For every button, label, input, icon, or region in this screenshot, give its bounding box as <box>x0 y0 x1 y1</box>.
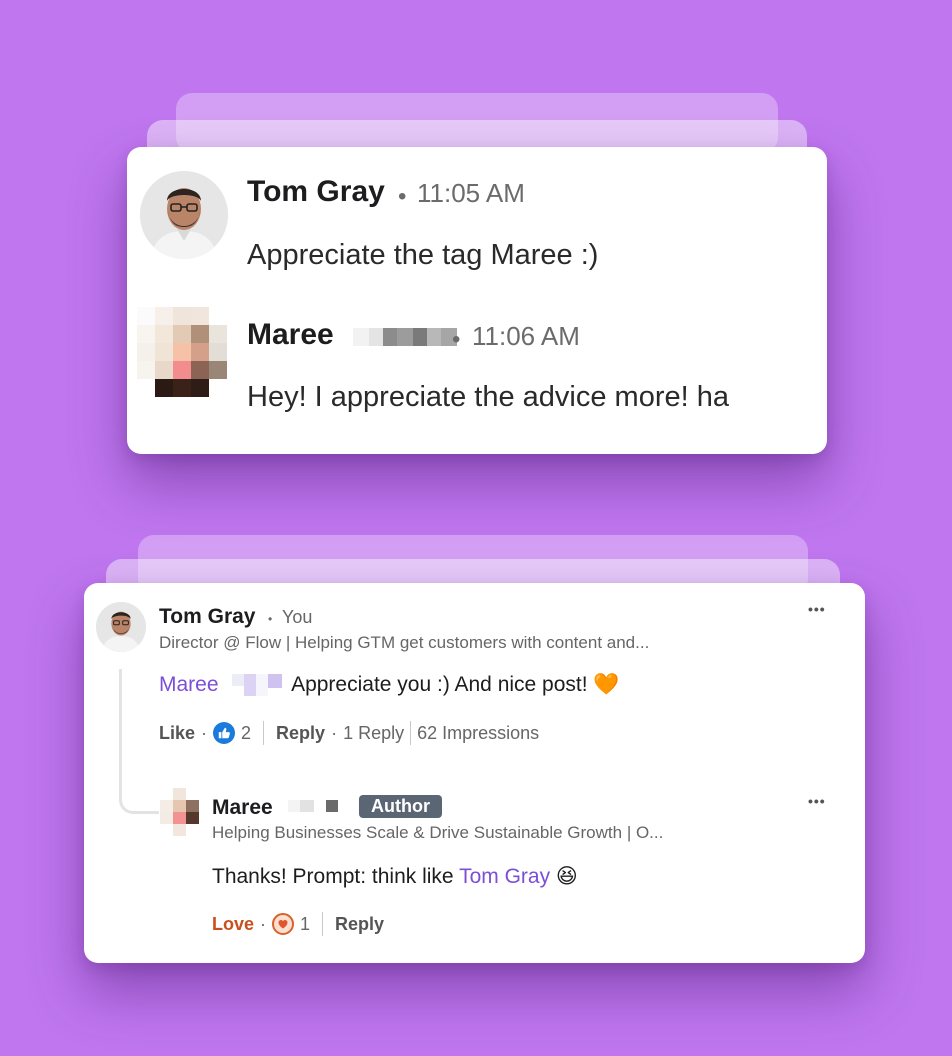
avatar-tom-gray[interactable] <box>140 171 228 259</box>
love-count: 1 <box>300 913 311 934</box>
reply-button[interactable]: Reply <box>335 914 384 935</box>
reply-count[interactable]: 1 Reply <box>343 723 404 744</box>
middot: · <box>201 722 208 743</box>
you-label: You <box>282 607 313 627</box>
comment-headline: Director @ Flow | Helping GTM get custom… <box>159 633 650 652</box>
more-icon[interactable]: ••• <box>808 601 826 617</box>
reply-button[interactable]: Reply <box>276 723 325 744</box>
divider <box>410 721 412 745</box>
thumbs-up-icon[interactable] <box>213 722 236 744</box>
redacted-surname <box>288 800 338 812</box>
message-time: 11:06 AM <box>472 321 580 351</box>
reply-body: Thanks! Prompt: think like Tom Gray 😆 <box>212 864 578 889</box>
thread-connector <box>119 669 159 814</box>
heart-icon[interactable] <box>272 913 295 935</box>
message-text: Hey! I appreciate the advice more! ha <box>247 381 729 413</box>
laughing-emoji-icon: 😆 <box>555 865 578 888</box>
comment-actions: Like · 2 Reply · 1 Reply 62 Impressions <box>159 721 539 745</box>
reply-actions: Love · 1 Reply <box>212 912 384 936</box>
person-photo-icon <box>96 602 146 652</box>
love-button[interactable]: Love <box>212 914 254 935</box>
mention-maree[interactable]: Maree <box>159 673 219 696</box>
more-icon[interactable]: ••• <box>808 793 826 809</box>
redacted-surname <box>353 328 457 346</box>
message-author[interactable]: Tom Gray <box>247 175 385 209</box>
reply-text: Thanks! Prompt: think like <box>212 865 460 888</box>
comment-body: Maree Appreciate you :) And nice post! 🧡 <box>159 673 620 697</box>
avatar-tom-gray[interactable] <box>96 602 146 652</box>
reply-headline: Helping Businesses Scale & Drive Sustain… <box>212 823 664 842</box>
divider <box>322 912 324 936</box>
message-text: Appreciate the tag Maree :) <box>247 239 599 271</box>
separator-dot: • <box>398 183 407 210</box>
redacted-surname <box>232 674 283 697</box>
avatar-maree-pixelated[interactable] <box>160 788 199 836</box>
message-time: 11:05 AM <box>417 178 525 208</box>
author-badge: Author <box>359 795 442 818</box>
separator-dot: • <box>452 326 461 353</box>
message-author[interactable]: Maree <box>247 318 334 352</box>
comment-author[interactable]: Tom Gray <box>159 605 255 629</box>
person-photo-icon <box>140 171 228 259</box>
impressions[interactable]: 62 Impressions <box>417 723 539 744</box>
middot: · <box>331 722 338 743</box>
reply-author[interactable]: Maree <box>212 796 273 820</box>
divider <box>263 721 265 745</box>
comment-card: Tom Gray • You Director @ Flow | Helping… <box>84 583 865 963</box>
avatar-maree-pixelated[interactable] <box>137 307 227 397</box>
mention-tom-gray[interactable]: Tom Gray <box>459 865 550 888</box>
dm-card: Tom Gray • 11:05 AM Appreciate the tag M… <box>127 147 827 454</box>
comment-text: Appreciate you :) And nice post! 🧡 <box>291 673 620 696</box>
like-count: 2 <box>241 722 252 743</box>
like-button[interactable]: Like <box>159 723 195 744</box>
middot: · <box>260 913 267 934</box>
separator-dot: • <box>268 612 273 626</box>
